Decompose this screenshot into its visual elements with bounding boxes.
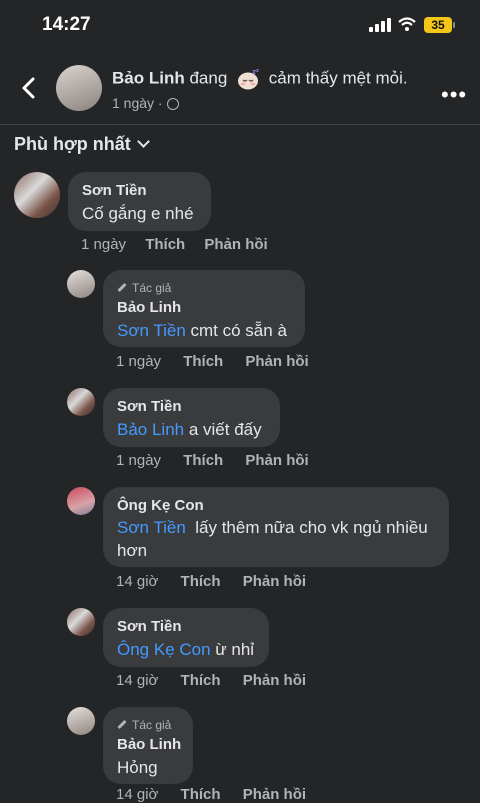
post-header-title: Bảo Linh đang z z cảm thấy mệt mỏi. — [112, 68, 408, 90]
mention-link[interactable]: Bảo Linh — [117, 420, 184, 439]
commenter-avatar[interactable] — [67, 388, 95, 416]
comment-actions: 14 giờ Thích Phản hồi — [116, 573, 306, 590]
comment-text: Bảo Linh a viết đấy — [117, 420, 262, 439]
comment-bubble: Sơn Tiền Ông Kẹ Con ừ nhỉ — [103, 608, 269, 667]
commenter-avatar[interactable] — [67, 487, 95, 515]
comment-bubble: Ông Kẹ Con Sơn Tiền lấy thêm nữa cho vk … — [103, 487, 449, 567]
cell-signal-icon — [369, 18, 391, 32]
like-button[interactable]: Thích — [181, 786, 221, 803]
more-options-icon[interactable]: ••• — [441, 82, 467, 108]
pen-icon — [117, 719, 127, 730]
author-badge: Tác giả — [117, 281, 171, 295]
globe-icon — [166, 98, 179, 111]
reply-button[interactable]: Phản hồi — [243, 786, 306, 803]
reply-button[interactable]: Phản hồi — [245, 353, 308, 370]
like-button[interactable]: Thích — [183, 353, 223, 370]
like-button[interactable]: Thích — [181, 672, 221, 689]
comment-time: 14 giờ — [116, 573, 159, 590]
comment-actions: 14 giờ Thích Phản hồi — [116, 786, 306, 803]
comment-bubble: Sơn Tiền Cố gắng e nhé — [68, 172, 211, 231]
back-arrow-icon[interactable] — [18, 76, 40, 100]
commenter-name[interactable]: Bảo Linh — [117, 299, 181, 316]
like-button[interactable]: Thích — [183, 452, 223, 469]
comment-time: 1 ngày — [116, 452, 162, 469]
mention-link[interactable]: Sơn Tiền — [117, 518, 186, 537]
battery-level: 35 — [424, 17, 452, 33]
comment-actions: 1 ngày Thích Phản hồi — [116, 452, 309, 469]
like-button[interactable]: Thích — [181, 573, 221, 590]
header-divider — [0, 124, 480, 125]
comment-text: Hỏng — [117, 758, 158, 777]
comment-actions: 14 giờ Thích Phản hồi — [116, 672, 306, 689]
pen-icon — [117, 282, 127, 293]
comment-time: 14 giờ — [116, 786, 159, 803]
activity-prefix: đang — [189, 68, 228, 88]
battery-icon — [453, 22, 455, 28]
mention-link[interactable]: Sơn Tiền — [117, 321, 186, 340]
commenter-avatar[interactable] — [14, 172, 60, 218]
like-button[interactable]: Thích — [145, 236, 185, 253]
commenter-name[interactable]: Bảo Linh — [117, 736, 181, 753]
commenter-name[interactable]: Ông Kẹ Con — [117, 497, 204, 514]
author-avatar[interactable] — [56, 65, 102, 111]
commenter-name[interactable]: Sơn Tiền — [82, 182, 147, 199]
comment-bubble: Tác giả Bảo Linh Hỏng — [103, 707, 193, 784]
comment-text: Ông Kẹ Con ừ nhỉ — [117, 640, 255, 659]
commenter-avatar[interactable] — [67, 707, 95, 735]
post-time: 1 ngày · — [112, 95, 179, 111]
commenter-avatar[interactable] — [67, 270, 95, 298]
post-author-name[interactable]: Bảo Linh — [112, 68, 185, 87]
reply-button[interactable]: Phản hồi — [245, 452, 308, 469]
comment-text: Sơn Tiền lấy thêm nữa cho vk ngủ nhiều h… — [117, 518, 433, 560]
commenter-avatar[interactable] — [67, 608, 95, 636]
comment-text: Cố gắng e nhé — [82, 204, 194, 223]
sleepy-face-icon: z z — [238, 68, 259, 90]
status-time: 14:27 — [42, 14, 91, 35]
comment-time: 1 ngày — [116, 353, 162, 370]
svg-text:z: z — [256, 68, 259, 74]
comment-actions: 1 ngày Thích Phản hồi — [81, 236, 268, 253]
comment-bubble: Tác giả Bảo Linh Sơn Tiền cmt có sẵn à — [103, 270, 305, 347]
chevron-down-icon — [136, 135, 150, 148]
comment-bubble: Sơn Tiền Bảo Linh a viết đấy — [103, 388, 280, 447]
wifi-icon — [398, 17, 416, 31]
comment-time: 14 giờ — [116, 672, 159, 689]
commenter-name[interactable]: Sơn Tiền — [117, 398, 182, 415]
sort-dropdown[interactable]: Phù hợp nhất — [14, 134, 150, 155]
reply-button[interactable]: Phản hồi — [204, 236, 267, 253]
comment-text: Sơn Tiền cmt có sẵn à — [117, 321, 287, 340]
comment-actions: 1 ngày Thích Phản hồi — [116, 353, 309, 370]
mention-link[interactable]: Ông Kẹ Con — [117, 640, 211, 659]
commenter-name[interactable]: Sơn Tiền — [117, 618, 182, 635]
activity-text: cảm thấy mệt mỏi. — [268, 68, 408, 88]
sort-label: Phù hợp nhất — [14, 134, 131, 154]
reply-button[interactable]: Phản hồi — [243, 672, 306, 689]
comment-time: 1 ngày — [81, 236, 127, 253]
reply-button[interactable]: Phản hồi — [243, 573, 306, 590]
author-badge: Tác giả — [117, 718, 171, 732]
